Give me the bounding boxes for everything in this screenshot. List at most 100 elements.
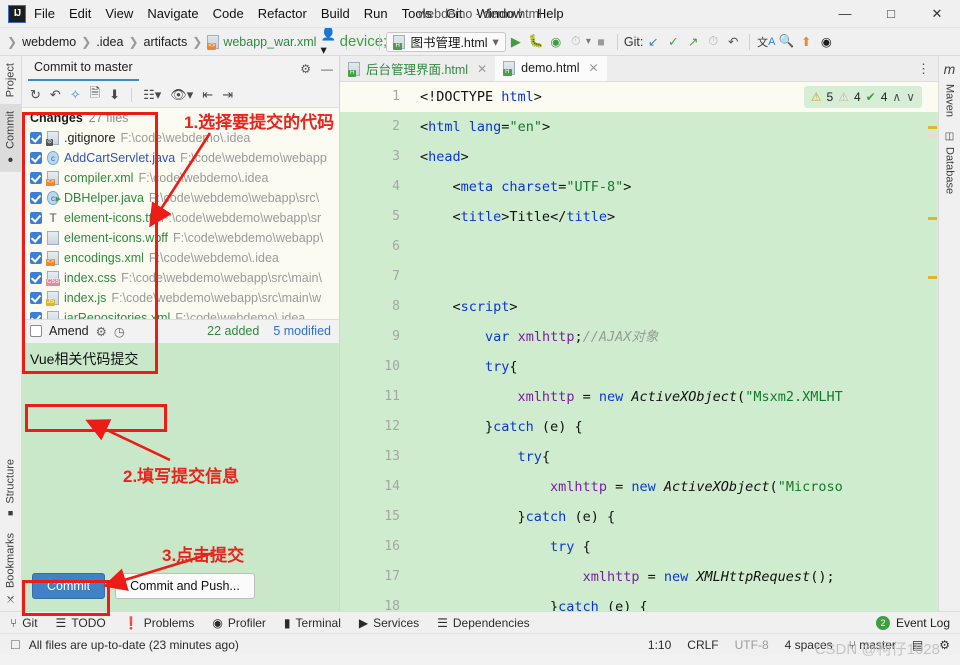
file-list-item[interactable]: <>compiler.xmlF:\code\webdemo\.idea — [22, 168, 339, 188]
code-line[interactable]: try { — [410, 532, 938, 562]
tool-button-git[interactable]: ⑂ Git — [10, 616, 38, 630]
code-line[interactable]: }catch (e) { — [410, 502, 938, 532]
menu-item-run[interactable]: Run — [364, 6, 388, 21]
code-line[interactable]: xmlhttp = new XMLHttpRequest(); — [410, 562, 938, 592]
expand-all-icon[interactable]: ⇤ — [202, 87, 213, 103]
breadcrumb-idea[interactable]: .idea — [96, 35, 123, 49]
code-line[interactable]: <title>Title</title> — [410, 202, 938, 232]
menu-item-git[interactable]: Git — [446, 6, 463, 21]
chevron-up-icon[interactable]: ∧ — [892, 90, 901, 104]
code-line[interactable]: <meta charset="UTF-8"> — [410, 172, 938, 202]
menu-item-file[interactable]: File — [34, 6, 55, 21]
refresh-icon[interactable]: ↻ — [30, 87, 41, 103]
git-update-icon[interactable]: ↙ — [643, 32, 663, 52]
file-list-item[interactable]: <>encodings.xmlF:\code\webdemo\.idea — [22, 248, 339, 268]
menu-item-build[interactable]: Build — [321, 6, 350, 21]
preview-icon[interactable]: 👁▾ — [170, 87, 193, 103]
code-content[interactable]: <!DOCTYPE html><html lang="en"><head> <m… — [410, 82, 938, 611]
code-line[interactable]: <script> — [410, 292, 938, 322]
code-line[interactable]: try{ — [410, 352, 938, 382]
hide-icon[interactable]: — — [321, 62, 333, 76]
sidebar-item-bookmarks[interactable]: ⚔ Bookmarks — [0, 526, 21, 611]
tool-button-terminal[interactable]: ▮ Terminal — [284, 616, 341, 630]
run-with-coverage-icon[interactable]: ◉ — [546, 32, 566, 52]
file-list-item[interactable]: CSSindex.cssF:\code\webdemo\webapp\src\m… — [22, 268, 339, 288]
editor-tab-demo[interactable]: demo.html ✕ — [495, 56, 606, 81]
sidebar-item-commit[interactable]: ● Commit — [0, 104, 21, 172]
git-commit-icon[interactable]: ✓ — [663, 32, 683, 52]
code-line[interactable]: try{ — [410, 442, 938, 472]
code-line[interactable] — [410, 262, 938, 292]
file-list-item[interactable]: <>jarRepositories.xmlF:\code\webdemo\.id… — [22, 308, 339, 319]
menu-item-tools[interactable]: Tools — [402, 6, 432, 21]
maximize-button[interactable]: □ — [868, 0, 914, 28]
tool-button-services[interactable]: ▶ Services — [359, 616, 419, 630]
diff-icon[interactable]: 🗎 — [90, 84, 100, 106]
caret-position[interactable]: 1:10 — [648, 638, 671, 652]
breadcrumb-webdemo[interactable]: webdemo — [22, 35, 76, 49]
file-list-item[interactable]: element-icons.woffF:\code\webdemo\webapp… — [22, 228, 339, 248]
file-checkbox[interactable] — [30, 312, 42, 319]
error-stripe[interactable] — [926, 82, 938, 611]
gear-icon[interactable]: ⚙ — [300, 62, 311, 76]
close-button[interactable]: ✕ — [914, 0, 960, 28]
changes-list[interactable]: Changes 27 files ⊘.gitignoreF:\code\webd… — [22, 108, 339, 319]
commit-message-area[interactable]: Vue相关代码提交 — [22, 343, 339, 566]
debug-icon[interactable]: 🐛 — [526, 32, 546, 52]
code-line[interactable]: }catch (e) { — [410, 592, 938, 611]
git-history-icon[interactable]: ⏱ — [703, 32, 723, 52]
menu-item-help[interactable]: Help — [537, 6, 564, 21]
code-editor[interactable]: 12−3−45678−910−1112−13−1415−16−1718− <!D… — [340, 82, 938, 611]
translate-icon[interactable]: 文A — [756, 32, 776, 52]
inspection-widget[interactable]: ⚠ 5 ⚠ 4 ✔ 4 ∧ ∨ — [804, 86, 922, 108]
rollback-icon[interactable]: ↶ — [50, 87, 61, 103]
history-icon[interactable]: ◷ — [114, 324, 125, 339]
file-checkbox[interactable] — [30, 232, 42, 244]
ide-feature-icon[interactable]: ◉ — [816, 32, 836, 52]
tool-button-dependencies[interactable]: ☰ Dependencies — [437, 616, 530, 630]
run-configuration-selector[interactable]: 图书管理.html ▾ — [386, 32, 505, 52]
commit-button[interactable]: Commit — [32, 573, 105, 599]
avatar-dropdown-icon[interactable]: 👤▾ — [320, 32, 340, 52]
minimize-button[interactable]: — — [822, 0, 868, 28]
tool-button-profiler[interactable]: ◉ Profiler — [212, 616, 266, 630]
tool-button-todo[interactable]: ☰ TODO — [56, 616, 106, 630]
settings-icon[interactable]: ⚙ — [939, 638, 950, 652]
chevron-down-icon[interactable]: ∨ — [906, 90, 915, 104]
tool-button-event-log[interactable]: Event Log — [896, 616, 950, 630]
file-list[interactable]: ⊘.gitignoreF:\code\webdemo\.ideacAddCart… — [22, 128, 339, 319]
update-icon[interactable]: ⬇ — [109, 87, 120, 103]
sidebar-item-structure[interactable]: ■ Structure — [0, 452, 21, 526]
code-line[interactable] — [410, 232, 938, 262]
close-icon[interactable]: ✕ — [589, 61, 599, 75]
file-checkbox[interactable] — [30, 132, 42, 144]
menu-item-edit[interactable]: Edit — [69, 6, 91, 21]
file-list-item[interactable]: JSindex.jsF:\code\webdemo\webapp\src\mai… — [22, 288, 339, 308]
file-list-item[interactable]: c▶DBHelper.javaF:\code\webdemo\webapp\sr… — [22, 188, 339, 208]
group-by-icon[interactable]: ☷▾ — [143, 87, 161, 103]
collapse-all-icon[interactable]: ⇥ — [222, 87, 233, 103]
menu-item-code[interactable]: Code — [213, 6, 244, 21]
amend-label[interactable]: Amend — [49, 324, 89, 338]
file-encoding[interactable]: UTF-8 — [735, 638, 769, 652]
breadcrumb-file[interactable]: webapp_war.xml — [207, 35, 316, 49]
file-list-item[interactable]: cAddCartServlet.javaF:\code\webdemo\weba… — [22, 148, 339, 168]
sidebar-item-maven[interactable]: Maven — [941, 77, 959, 124]
run-icon[interactable]: ▶ — [506, 32, 526, 52]
editor-tab-background-admin[interactable]: 后台管理界面.html ✕ — [340, 56, 495, 81]
search-everywhere-icon[interactable]: 🔍 — [776, 32, 796, 52]
git-push-icon[interactable]: ↗ — [683, 32, 703, 52]
menu-bar[interactable]: File Edit View Navigate Code Refactor Bu… — [34, 6, 564, 21]
file-list-item[interactable]: Telement-icons.ttfF:\code\webdemo\webapp… — [22, 208, 339, 228]
file-checkbox[interactable] — [30, 172, 42, 184]
git-rollback-icon[interactable]: ↶ — [723, 32, 743, 52]
update-icon[interactable]: ⬆ — [796, 32, 816, 52]
shelve-icon[interactable]: ✧ — [70, 87, 81, 103]
editor-gutter[interactable]: 12−3−45678−910−1112−13−1415−16−1718− — [340, 82, 410, 611]
sidebar-item-project[interactable]: Project — [0, 56, 21, 104]
menu-item-refactor[interactable]: Refactor — [258, 6, 307, 21]
file-checkbox[interactable] — [30, 272, 42, 284]
close-icon[interactable]: ✕ — [477, 62, 487, 76]
menu-item-navigate[interactable]: Navigate — [147, 6, 198, 21]
line-separator[interactable]: CRLF — [687, 638, 718, 652]
